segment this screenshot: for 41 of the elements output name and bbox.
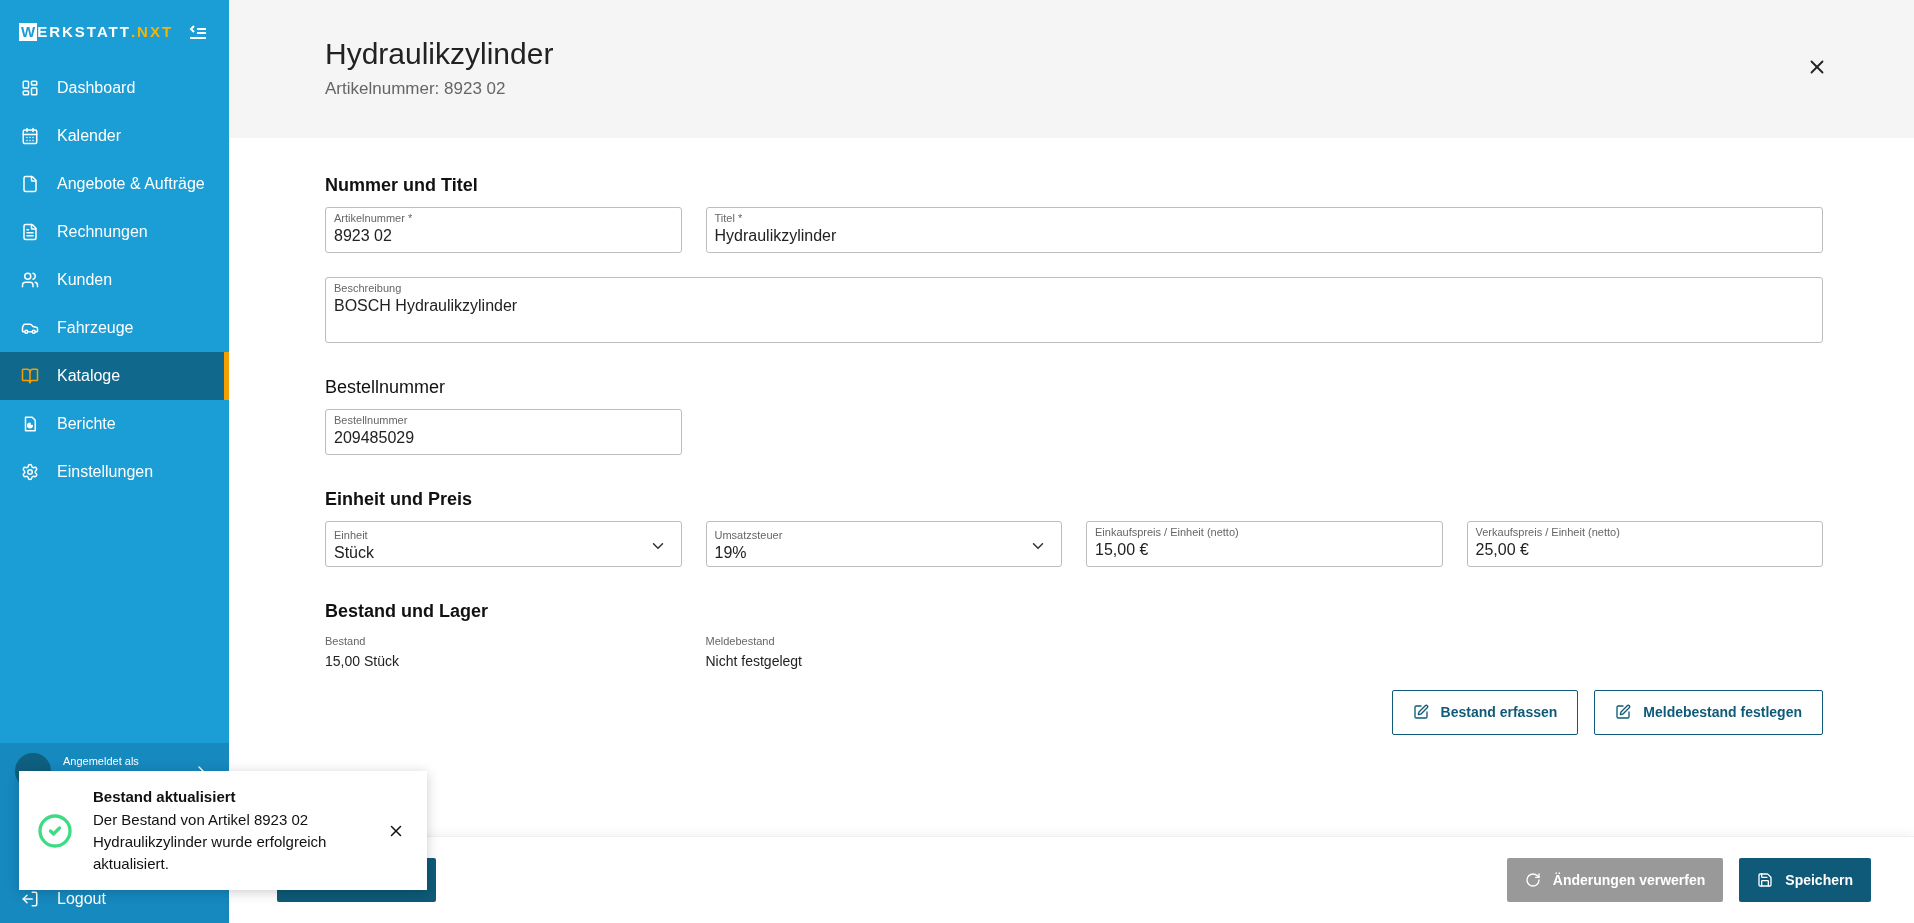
readout-value: Nicht festgelegt (705, 651, 803, 671)
collapse-icon[interactable] (189, 24, 207, 40)
page-subtitle: Artikelnummer: 8923 02 (325, 78, 507, 100)
readout-label: Bestand (325, 634, 367, 649)
edit-icon (1412, 704, 1429, 720)
document-icon (21, 175, 39, 193)
section-heading: Einheit und Preis (325, 488, 474, 511)
logout-link[interactable]: Logout (0, 887, 229, 923)
select-field[interactable]: Einheit Stück (325, 521, 682, 567)
readout-value: 15,00 Stück (325, 651, 400, 671)
action-button[interactable]: Meldebestand festlegen (1594, 689, 1823, 735)
logo: WERKSTATT.NXT (19, 21, 174, 43)
document-icon (21, 223, 39, 241)
settings-icon (21, 463, 39, 481)
input-field[interactable]: Einkaufspreis / Einheit (netto) 15,00 € (1086, 521, 1443, 567)
action-button[interactable]: Bestand erfassen (1391, 689, 1579, 735)
input-field[interactable]: Titel * Hydraulikzylinder (705, 207, 1823, 253)
calendar-icon (21, 127, 39, 145)
edit-icon (1615, 704, 1632, 720)
people-icon (21, 271, 39, 289)
readout-label: Meldebestand (705, 634, 776, 649)
refresh-icon (1524, 872, 1541, 888)
toast-title: Bestand aktualisiert (93, 787, 237, 808)
toast-message: Der Bestand von Artikel 8923 02 Hydraulikzylinder wurde erfolgreich aktualisiert. (93, 809, 328, 874)
dashboard-icon (21, 79, 39, 97)
logout-icon (21, 890, 39, 908)
book-icon (21, 367, 39, 385)
nav-item[interactable]: Kataloge (0, 352, 229, 400)
input-field[interactable]: Bestellnummer 209485029 (325, 409, 682, 455)
section-heading: Bestand und Lager (325, 600, 490, 623)
page-title: Hydraulikzylinder (325, 36, 555, 72)
input-field[interactable]: Artikelnummer * 8923 02 (325, 207, 682, 253)
section-heading: Nummer und Titel (325, 174, 479, 197)
success-icon (37, 812, 73, 849)
section-heading: Bestellnummer (325, 376, 447, 399)
input-field[interactable]: Beschreibung BOSCH Hydraulikzylinder (325, 277, 1823, 343)
select-field[interactable]: Umsatzsteuer 19% (705, 521, 1062, 567)
signed-in-caption: Angemeldet als (63, 754, 139, 769)
input-field[interactable]: Verkaufspreis / Einheit (netto) 25,00 € (1466, 521, 1823, 567)
save-icon (1757, 872, 1774, 888)
save-button[interactable]: Speichern (1739, 858, 1871, 902)
